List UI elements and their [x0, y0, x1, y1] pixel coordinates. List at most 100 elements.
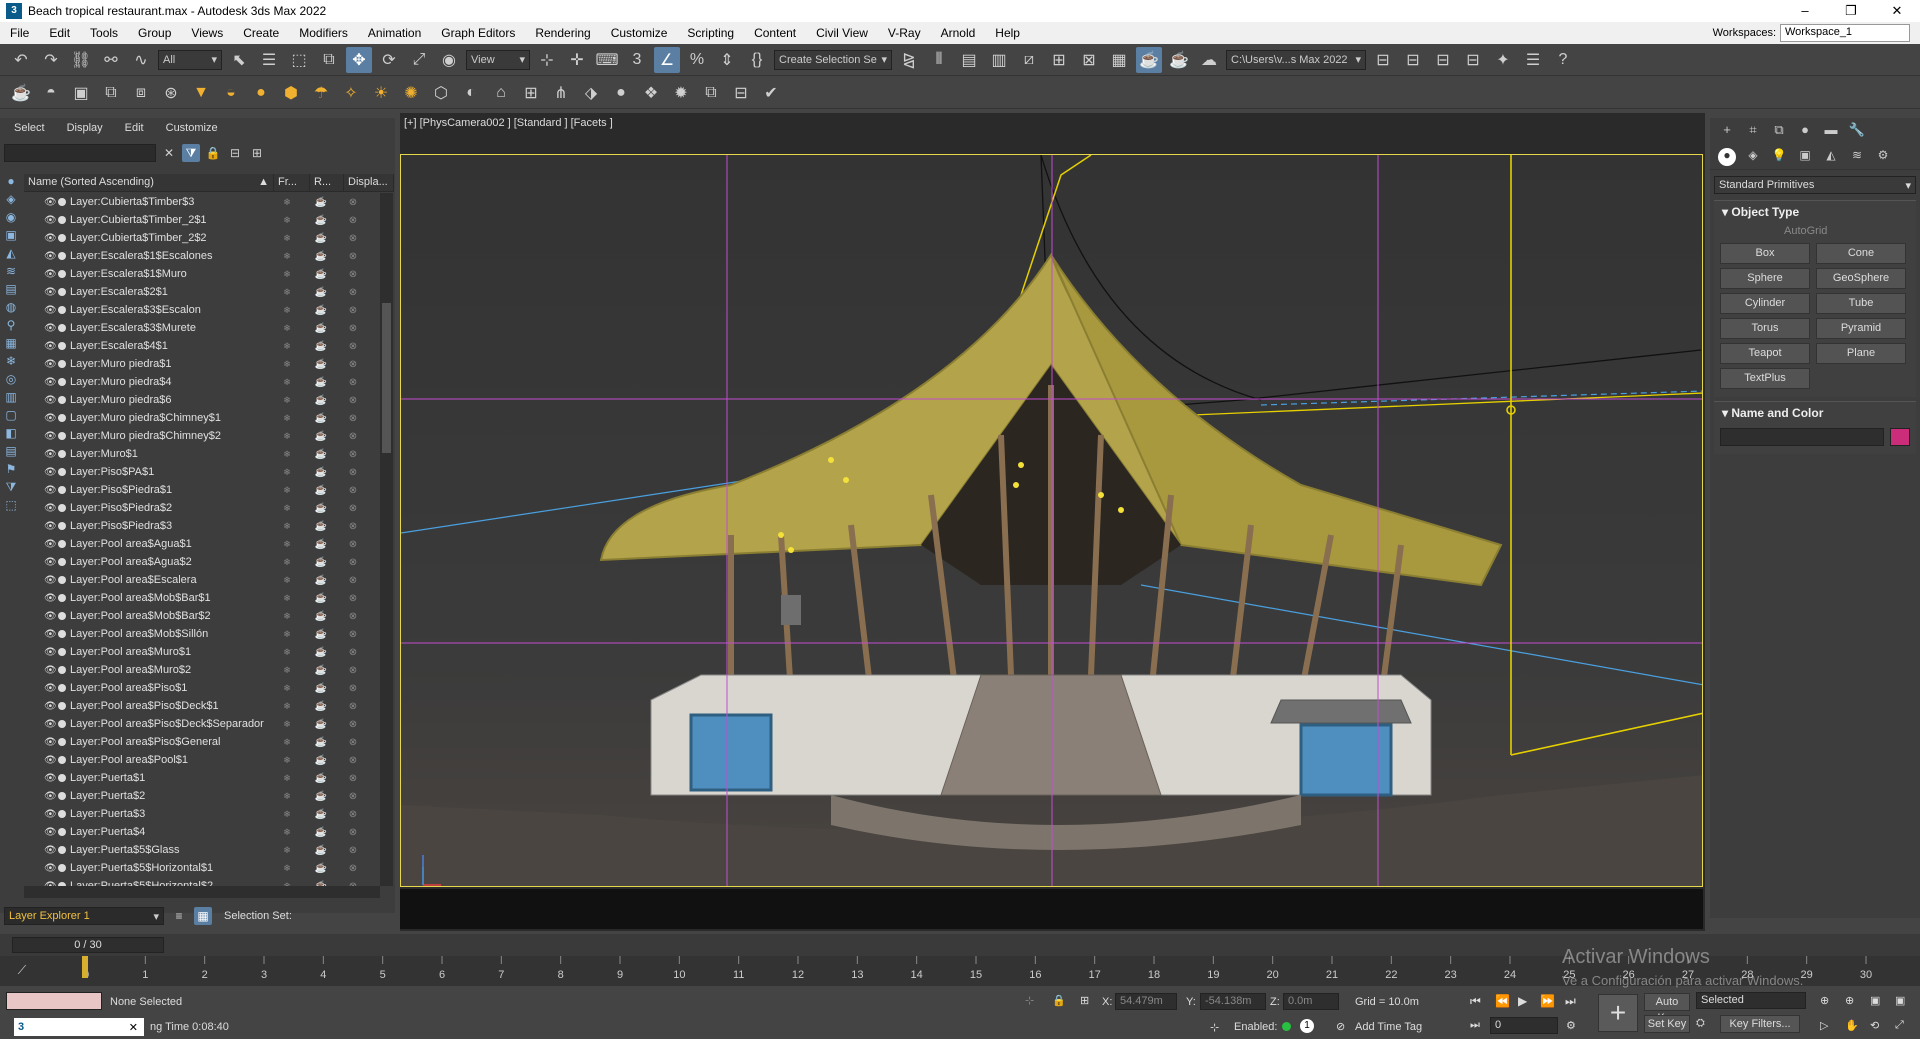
- arnold-ipr-icon[interactable]: ⊟: [728, 80, 754, 106]
- default-in-out-icon[interactable]: ⛭: [1696, 1017, 1705, 1030]
- time-slider-thumb[interactable]: 0 / 30: [12, 937, 164, 953]
- freeze-icon[interactable]: ❄: [270, 467, 304, 478]
- freeze-icon[interactable]: ❄: [270, 773, 304, 784]
- vray-asset-icon[interactable]: ⧉: [98, 80, 124, 106]
- physical-camera-icon[interactable]: ⌂: [488, 80, 514, 106]
- key-mode-icon[interactable]: ⏭: [1470, 1019, 1480, 1032]
- angle-snap-icon[interactable]: ∠: [654, 46, 680, 73]
- light-plane-icon[interactable]: ▼: [188, 80, 214, 106]
- layer-explorer-dropdown[interactable]: Layer Explorer 1 ▾: [4, 907, 164, 925]
- layer-row[interactable]: 👁 Layer:Muro piedra$Chimney$1 ❄ ☕ ⊗: [24, 409, 380, 427]
- layer-name[interactable]: Layer:Piso$Piedra$1: [70, 484, 270, 496]
- freeze-icon[interactable]: ❄: [270, 323, 304, 334]
- display-icon[interactable]: ⊗: [338, 809, 368, 820]
- renderable-teapot-icon[interactable]: ☕: [304, 521, 338, 532]
- zoom-extents-icon[interactable]: ▣: [1870, 994, 1880, 1007]
- vray-plugin-icon[interactable]: ⊛: [158, 80, 184, 106]
- display-icon[interactable]: ⊗: [338, 215, 368, 226]
- renderable-teapot-icon[interactable]: ☕: [304, 287, 338, 298]
- scale-icon[interactable]: ⤢: [406, 47, 432, 73]
- layer-row[interactable]: 👁 Layer:Muro$1 ❄ ☕ ⊗: [24, 445, 380, 463]
- y-coordinate-field[interactable]: -54.138m: [1200, 993, 1266, 1010]
- spinner-snap-icon[interactable]: ⇕: [714, 47, 740, 73]
- renderable-teapot-icon[interactable]: ☕: [304, 251, 338, 262]
- layer-name[interactable]: Layer:Escalera$4$1: [70, 340, 270, 352]
- vray-decal-icon[interactable]: ⬗: [578, 80, 604, 106]
- create-tab-icon[interactable]: +: [1718, 122, 1736, 140]
- display-influences-icon[interactable]: ⚑: [3, 462, 19, 478]
- pan-icon[interactable]: ✋: [1845, 1019, 1859, 1032]
- utilities-tab-icon[interactable]: 🔧: [1848, 122, 1866, 140]
- autogrid-checkbox[interactable]: AutoGrid: [1714, 223, 1916, 239]
- layer-row[interactable]: 👁 Layer:Muro piedra$Chimney$2 ❄ ☕ ⊗: [24, 427, 380, 445]
- explorer-menu-display[interactable]: Display: [67, 122, 103, 136]
- orbit-icon[interactable]: ⟲: [1870, 1019, 1879, 1032]
- display-icon[interactable]: ⊗: [338, 503, 368, 514]
- freeze-icon[interactable]: ❄: [270, 359, 304, 370]
- renderable-teapot-icon[interactable]: ☕: [304, 539, 338, 550]
- renderable-teapot-icon[interactable]: ☕: [304, 863, 338, 874]
- renderable-teapot-icon[interactable]: ☕: [304, 449, 338, 460]
- renderable-teapot-icon[interactable]: ☕: [304, 233, 338, 244]
- vray-lister-icon[interactable]: ⧈: [128, 80, 154, 106]
- thumb-close-icon[interactable]: ✕: [129, 1021, 138, 1034]
- display-icon[interactable]: ⊗: [338, 575, 368, 586]
- named-selection-dropdown[interactable]: Create Selection Se ▾: [774, 49, 892, 70]
- info-icon[interactable]: 1: [1300, 1019, 1314, 1033]
- renderable-teapot-icon[interactable]: ☕: [304, 647, 338, 658]
- teapot-icon[interactable]: ☕: [8, 80, 34, 106]
- layer-name[interactable]: Layer:Pool area$Muro$1: [70, 646, 270, 658]
- renderable-teapot-icon[interactable]: ☕: [304, 683, 338, 694]
- freeze-icon[interactable]: ❄: [270, 521, 304, 532]
- display-icon[interactable]: ⊗: [338, 377, 368, 388]
- layer-row[interactable]: 👁 Layer:Pool area$Piso$Deck$1 ❄ ☕ ⊗: [24, 697, 380, 715]
- visibility-eye-icon[interactable]: 👁: [44, 341, 58, 352]
- light-sphere-icon[interactable]: ●: [248, 80, 274, 106]
- bind-space-warp-icon[interactable]: ∿: [128, 47, 154, 73]
- renderable-teapot-icon[interactable]: ☕: [304, 467, 338, 478]
- keyboard-shortcut-icon[interactable]: ⌨: [594, 47, 620, 73]
- layer-row[interactable]: 👁 Layer:Pool area$Agua$1 ❄ ☕ ⊗: [24, 535, 380, 553]
- renderable-teapot-icon[interactable]: ☕: [304, 755, 338, 766]
- play-icon[interactable]: ▶: [1518, 994, 1527, 1008]
- layer-row[interactable]: 👁 Layer:Piso$PA$1 ❄ ☕ ⊗: [24, 463, 380, 481]
- visibility-eye-icon[interactable]: 👁: [44, 701, 58, 712]
- layer-row[interactable]: 👁 Layer:Pool area$Piso$General ❄ ☕ ⊗: [24, 733, 380, 751]
- visibility-eye-icon[interactable]: 👁: [44, 323, 58, 334]
- layer-name[interactable]: Layer:Escalera$2$1: [70, 286, 270, 298]
- display-select-icon[interactable]: ⬚: [3, 498, 19, 514]
- light-ambient-icon[interactable]: ✧: [338, 80, 364, 106]
- renderable-teapot-icon[interactable]: ☕: [304, 431, 338, 442]
- layer-name[interactable]: Layer:Escalera$1$Escalones: [70, 250, 270, 262]
- explorer-menu-edit[interactable]: Edit: [125, 122, 144, 136]
- freeze-icon[interactable]: ❄: [270, 485, 304, 496]
- display-icon[interactable]: ⊗: [338, 629, 368, 640]
- set-key-button[interactable]: Set Key: [1644, 1015, 1690, 1033]
- vray-fur-icon[interactable]: ⋔: [548, 80, 574, 106]
- display-icon[interactable]: ⊗: [338, 395, 368, 406]
- visibility-eye-icon[interactable]: 👁: [44, 647, 58, 658]
- current-frame-field[interactable]: 0: [1490, 1017, 1558, 1034]
- display-invert-icon[interactable]: ◧: [3, 426, 19, 442]
- zoom-icon[interactable]: ⊕: [1820, 994, 1829, 1007]
- visibility-eye-icon[interactable]: 👁: [44, 683, 58, 694]
- freeze-icon[interactable]: ❄: [270, 413, 304, 424]
- menu-scripting[interactable]: Scripting: [677, 26, 744, 40]
- taskbar-thumbnail[interactable]: 3 ✕: [14, 1018, 144, 1036]
- layer-name[interactable]: Layer:Cubierta$Timber_2$1: [70, 214, 270, 226]
- layer-name[interactable]: Layer:Pool area$Mob$Bar$1: [70, 592, 270, 604]
- motion-tab-icon[interactable]: ●: [1796, 122, 1814, 140]
- display-icon[interactable]: ⊗: [338, 359, 368, 370]
- display-icon[interactable]: ⊗: [338, 521, 368, 532]
- menu-modifiers[interactable]: Modifiers: [289, 26, 358, 40]
- undo-icon[interactable]: ↶: [8, 47, 34, 73]
- lights-category-icon[interactable]: 💡: [1770, 148, 1788, 166]
- explorer-vertical-scrollbar[interactable]: [380, 193, 393, 886]
- layer-row[interactable]: 👁 Layer:Puerta$2 ❄ ☕ ⊗: [24, 787, 380, 805]
- torus-button[interactable]: Torus: [1720, 318, 1810, 339]
- layer-row[interactable]: 👁 Layer:Puerta$5$Glass ❄ ☕ ⊗: [24, 841, 380, 859]
- key-mode-dropdown[interactable]: Selected: [1696, 992, 1806, 1009]
- display-frozen-icon[interactable]: ❄: [3, 354, 19, 370]
- geosphere-button[interactable]: GeoSphere: [1816, 268, 1906, 289]
- layer-name[interactable]: Layer:Pool area$Agua$1: [70, 538, 270, 550]
